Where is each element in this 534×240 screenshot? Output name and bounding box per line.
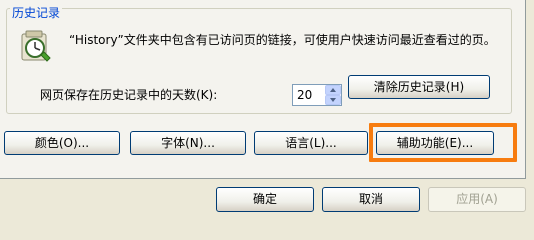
fonts-label: 字体(N)... xyxy=(161,136,215,150)
clear-history-label: 清除历史记录(H) xyxy=(373,80,465,94)
ok-button[interactable]: 确定 xyxy=(216,187,314,212)
cancel-label: 取消 xyxy=(358,192,383,206)
spin-buttons xyxy=(325,85,341,105)
ok-label: 确定 xyxy=(252,192,277,206)
languages-button[interactable]: 语言(L)... xyxy=(254,131,368,155)
accessibility-highlight-box xyxy=(369,123,517,162)
history-description: “History”文件夹中包含有已访问页的链接，可使用户快速访问最近查看过的页。 xyxy=(69,33,496,47)
history-clock-icon xyxy=(21,30,51,62)
history-groupbox: 历史记录 “History”文件夹中包含有已访问页的链接，可使用户快速访问最近查… xyxy=(6,6,512,114)
fonts-button[interactable]: 字体(N)... xyxy=(130,131,246,155)
history-group-title: 历史记录 xyxy=(10,6,63,20)
arrow-down-icon xyxy=(330,98,336,102)
cancel-button[interactable]: 取消 xyxy=(322,187,420,212)
apply-label: 应用(A) xyxy=(456,192,498,206)
spin-up-button[interactable] xyxy=(325,85,341,95)
colors-button[interactable]: 颜色(O)... xyxy=(4,131,120,155)
languages-label: 语言(L)... xyxy=(285,136,337,150)
days-value[interactable]: 20 xyxy=(297,88,312,102)
days-to-keep-label: 网页保存在历史记录中的天数(K): xyxy=(40,88,218,102)
days-spinbox[interactable]: 20 xyxy=(292,84,342,106)
clear-history-button[interactable]: 清除历史记录(H) xyxy=(348,75,490,99)
arrow-up-icon xyxy=(330,88,336,92)
colors-label: 颜色(O)... xyxy=(34,136,90,150)
apply-button[interactable]: 应用(A) xyxy=(428,187,526,212)
spin-down-button[interactable] xyxy=(325,95,341,105)
